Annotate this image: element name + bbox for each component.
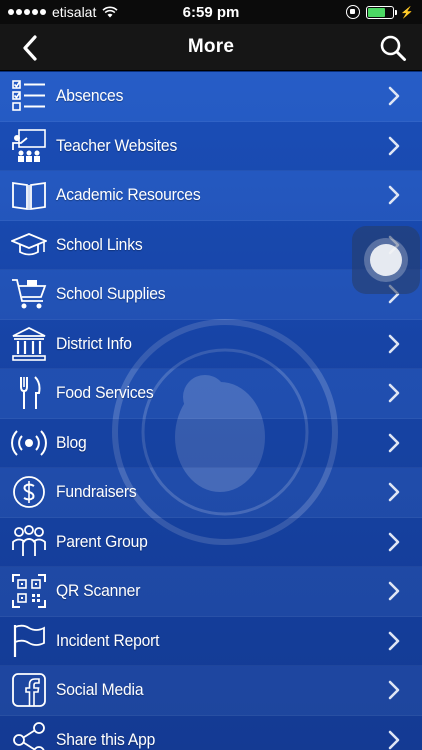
menu-item-academic-resources[interactable]: Academic Resources [0,171,422,221]
menu-item-label: Social Media [56,680,144,700]
chevron-right-icon [388,631,400,651]
menu-item-label: Incident Report [56,630,160,650]
menu-item-label: District Info [56,333,132,353]
menu-item-fundraisers[interactable]: Fundraisers [0,468,422,518]
building-icon [9,324,49,364]
fork-knife-icon [9,373,49,413]
chevron-right-icon [388,581,400,601]
graduation-cap-icon [9,225,49,265]
menu-item-teacher-websites[interactable]: Teacher Websites [0,121,422,171]
menu-item-district-info[interactable]: District Info [0,319,422,369]
rotation-lock-icon [346,5,361,19]
chevron-right-icon [388,532,400,552]
chevron-right-icon [388,730,400,750]
menu-item-label: Blog [56,432,87,452]
dollar-coin-icon [9,472,49,512]
chevron-right-icon [388,383,400,403]
navigation-bar: More [0,24,422,71]
menu-item-qr-scanner[interactable]: QR Scanner [0,567,422,617]
carrier-name: etisalat [52,4,97,20]
broadcast-icon [9,423,49,463]
chevron-right-icon [388,482,400,502]
charging-bolt-icon: ⚡ [400,6,414,19]
status-bar: etisalat 6:59 pm ⚡ [0,0,422,24]
search-icon [380,35,406,61]
chevron-right-icon [388,680,400,700]
chevron-left-icon [23,35,37,61]
signal-dots-icon [8,9,46,15]
wifi-icon [102,6,118,18]
menu-item-label: QR Scanner [56,581,141,601]
menu-item-food-services[interactable]: Food Services [0,369,422,419]
people-group-icon [9,522,49,562]
page-title: More [187,36,235,57]
menu-item-label: Food Services [56,383,154,403]
battery-level [368,7,386,17]
menu-item-label: School Supplies [56,284,166,304]
chevron-right-icon [388,86,400,106]
menu-item-share-this-app[interactable]: Share this App [0,715,422,750]
search-button[interactable] [376,31,410,65]
menu-item-absences[interactable]: Absences [0,72,422,122]
menu-item-label: Share this App [56,729,156,749]
back-button[interactable] [14,32,46,64]
menu-item-label: Teacher Websites [56,135,178,155]
teacher-icon [9,126,49,166]
facebook-icon [9,670,49,710]
chevron-right-icon [388,136,400,156]
menu-item-blog[interactable]: Blog [0,418,422,468]
menu-item-parent-group[interactable]: Parent Group [0,517,422,567]
flag-icon [9,621,49,661]
menu-list: Absences Teacher Websites Academic Resou… [0,72,422,750]
menu-item-social-media[interactable]: Social Media [0,666,422,716]
menu-item-label: Absences [56,86,124,106]
share-icon [9,720,49,750]
menu-item-label: Parent Group [56,531,148,551]
status-left: etisalat [8,4,118,20]
chevron-right-icon [388,185,400,205]
book-icon [9,175,49,215]
status-time: 6:59 pm [182,3,240,21]
menu-item-label: Academic Resources [56,185,201,205]
menu-item-incident-report[interactable]: Incident Report [0,616,422,666]
status-right: ⚡ [346,5,414,19]
shopping-cart-icon [9,274,49,314]
chevron-right-icon [388,433,400,453]
qr-code-icon [9,571,49,611]
battery-icon [366,5,398,19]
assistive-touch-button[interactable] [352,226,420,294]
assistive-touch-ring [364,238,408,282]
chevron-right-icon [388,334,400,354]
assistive-touch-dot [370,244,402,276]
menu-item-label: Fundraisers [56,482,137,502]
checklist-icon [9,76,49,116]
menu-item-label: School Links [56,234,143,254]
